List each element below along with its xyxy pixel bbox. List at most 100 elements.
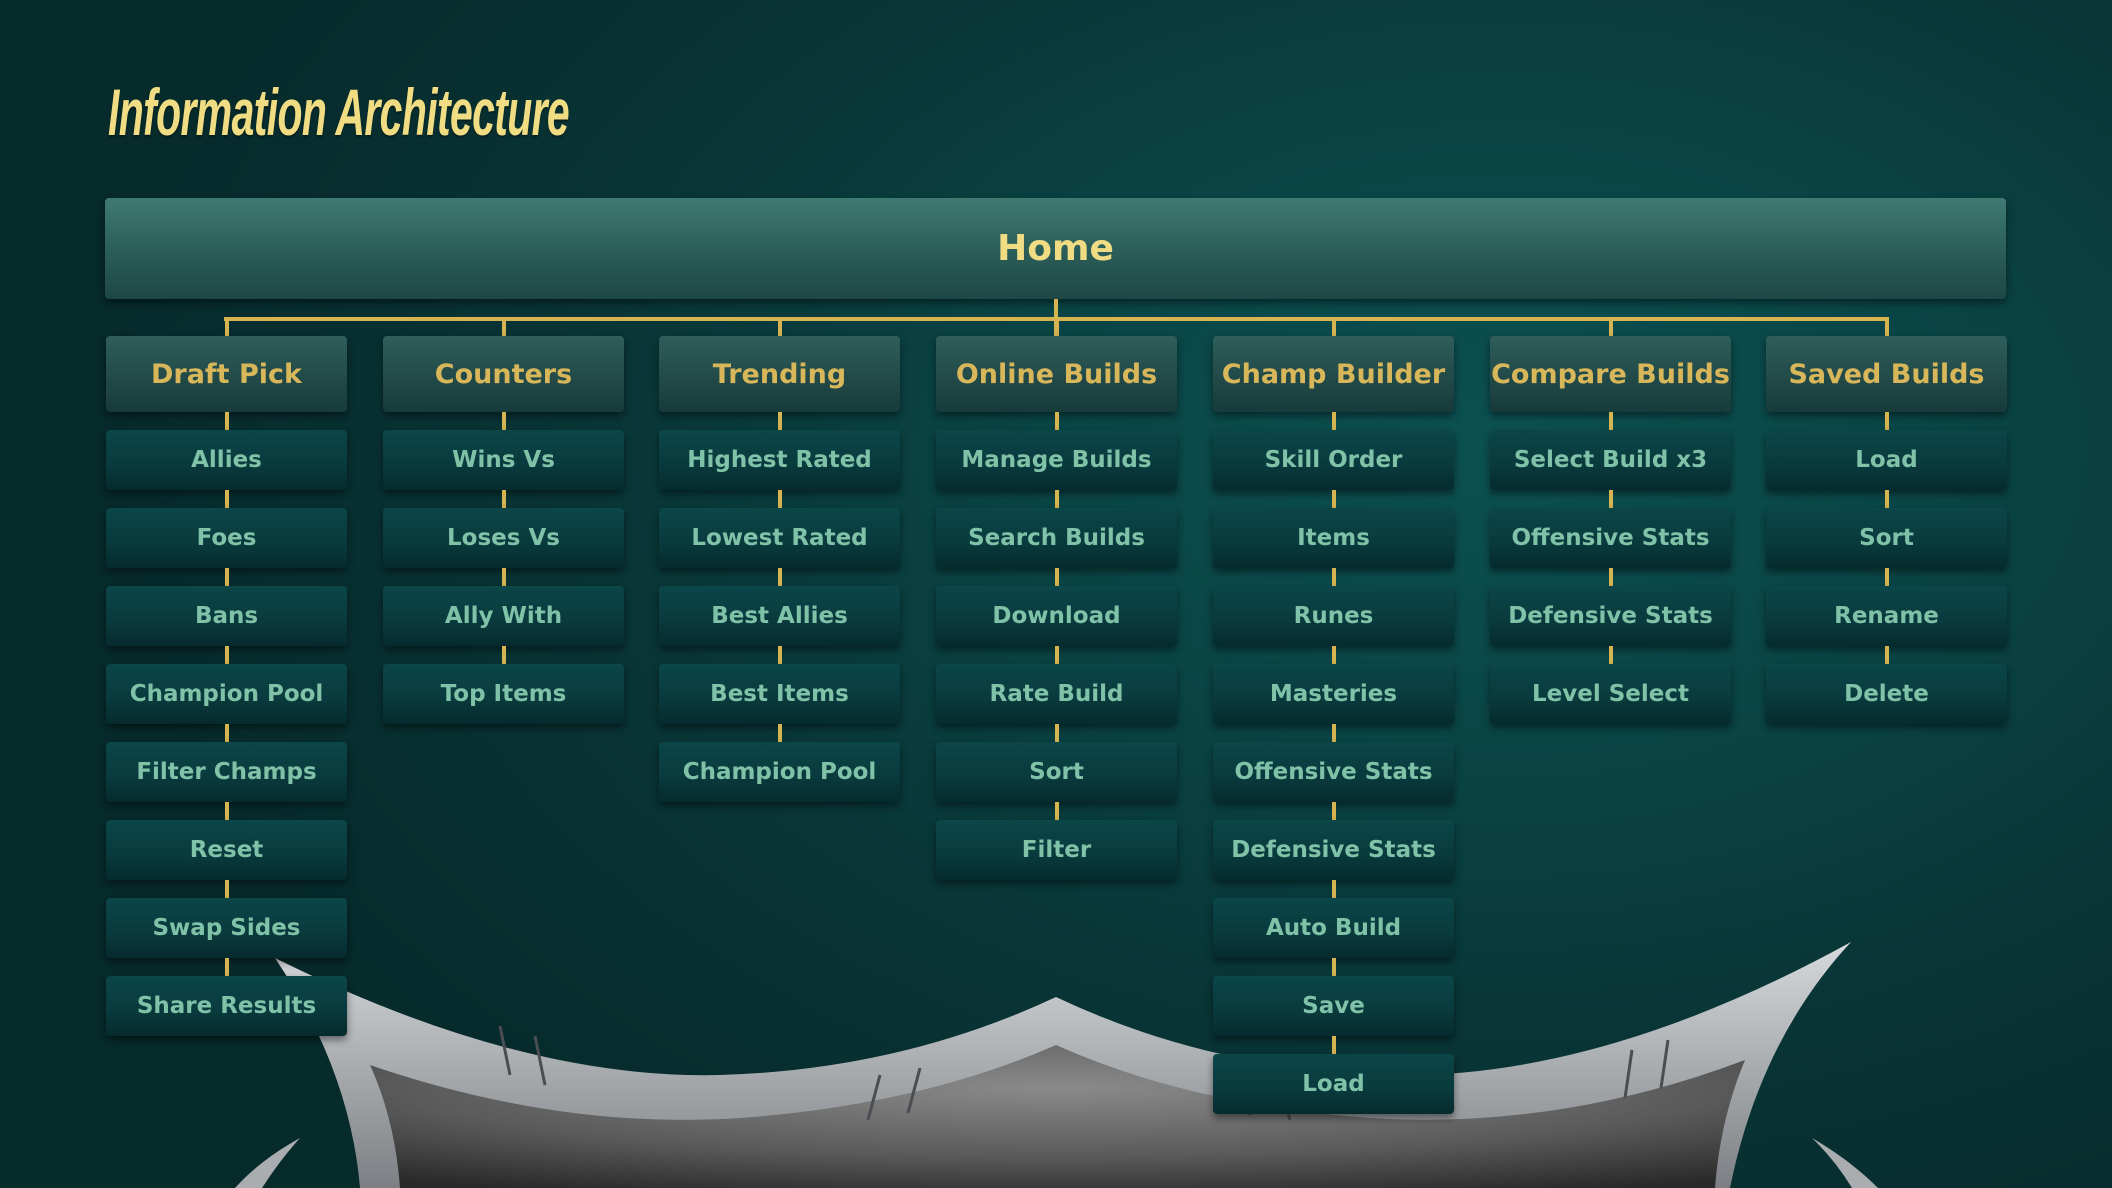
node-label: Bans [194,603,259,629]
node-online-builds-manage-builds[interactable]: Manage Builds [936,430,1177,490]
node-trending-lowest-rated[interactable]: Lowest Rated [659,508,900,568]
child-connector [778,724,782,742]
node-label: Lowest Rated [691,525,868,551]
node-draft-pick-allies[interactable]: Allies [106,430,347,490]
connector-compare-builds [1609,317,1613,336]
child-connector [1332,802,1336,820]
child-connector [502,412,506,430]
node-label: Defensive Stats [1231,837,1436,863]
connector-counters [502,317,506,336]
child-connector [225,646,229,664]
node-draft-pick-share-results[interactable]: Share Results [106,976,347,1036]
child-connector [225,490,229,508]
node-label: Highest Rated [687,447,872,473]
node-champ-builder-offensive-stats[interactable]: Offensive Stats [1213,742,1454,802]
node-draft-pick-bans[interactable]: Bans [106,586,347,646]
node-label: Reset [189,837,264,863]
child-connector [225,412,229,430]
left-claw-decoration [235,1138,300,1188]
node-label: Masteries [1269,681,1398,707]
node-counters-ally-with[interactable]: Ally With [383,586,624,646]
child-connector [1055,724,1059,742]
category-draft-pick[interactable]: Draft Pick [106,336,347,412]
node-counters-top-items[interactable]: Top Items [383,664,624,724]
node-label: Level Select [1531,681,1689,707]
child-connector [225,802,229,820]
node-compare-builds-select-build-x3[interactable]: Select Build x3 [1490,430,1731,490]
node-compare-builds-offensive-stats[interactable]: Offensive Stats [1490,508,1731,568]
node-label: Load [1302,1071,1365,1097]
node-trending-best-items[interactable]: Best Items [659,664,900,724]
node-label: Load [1855,447,1918,473]
child-connector [1332,1036,1336,1054]
category-compare-builds[interactable]: Compare Builds [1490,336,1731,412]
node-label: Swap Sides [152,915,301,941]
node-label: Skill Order [1264,447,1403,473]
category-label: Counters [434,358,573,390]
category-online-builds[interactable]: Online Builds [936,336,1177,412]
node-draft-pick-champion-pool[interactable]: Champion Pool [106,664,347,724]
node-counters-loses-vs[interactable]: Loses Vs [383,508,624,568]
node-online-builds-filter[interactable]: Filter [936,820,1177,880]
connector-saved-builds [1885,317,1889,336]
node-home[interactable]: Home [105,198,2006,299]
node-champ-builder-masteries[interactable]: Masteries [1213,664,1454,724]
child-connector [1885,412,1889,430]
child-connector [1609,412,1613,430]
node-label: Sort [1859,525,1914,551]
node-champ-builder-skill-order[interactable]: Skill Order [1213,430,1454,490]
node-label: Sort [1029,759,1084,785]
node-online-builds-sort[interactable]: Sort [936,742,1177,802]
node-compare-builds-defensive-stats[interactable]: Defensive Stats [1490,586,1731,646]
node-label: Top Items [440,681,567,707]
node-trending-best-allies[interactable]: Best Allies [659,586,900,646]
node-draft-pick-reset[interactable]: Reset [106,820,347,880]
node-label: Foes [196,525,257,551]
node-champ-builder-runes[interactable]: Runes [1213,586,1454,646]
child-connector [778,412,782,430]
node-draft-pick-swap-sides[interactable]: Swap Sides [106,898,347,958]
node-label: Ally With [444,603,563,629]
category-trending[interactable]: Trending [659,336,900,412]
shield-frame [275,942,1851,1188]
node-champ-builder-auto-build[interactable]: Auto Build [1213,898,1454,958]
node-label: Loses Vs [447,525,560,551]
node-label: Filter Champs [136,759,317,785]
category-label: Draft Pick [150,358,302,390]
node-counters-wins-vs[interactable]: Wins Vs [383,430,624,490]
category-champ-builder[interactable]: Champ Builder [1213,336,1454,412]
node-online-builds-rate-build[interactable]: Rate Build [936,664,1177,724]
child-connector [1332,724,1336,742]
child-connector [1332,958,1336,976]
node-saved-builds-rename[interactable]: Rename [1766,586,2007,646]
node-online-builds-search-builds[interactable]: Search Builds [936,508,1177,568]
node-saved-builds-sort[interactable]: Sort [1766,508,2007,568]
node-saved-builds-load[interactable]: Load [1766,430,2007,490]
node-draft-pick-foes[interactable]: Foes [106,508,347,568]
node-label: Items [1297,525,1370,551]
node-home-label: Home [997,228,1114,269]
child-connector [1332,490,1336,508]
node-trending-champion-pool[interactable]: Champion Pool [659,742,900,802]
node-champ-builder-defensive-stats[interactable]: Defensive Stats [1213,820,1454,880]
child-connector [1885,490,1889,508]
child-connector [1609,490,1613,508]
node-draft-pick-filter-champs[interactable]: Filter Champs [106,742,347,802]
node-label: Best Items [710,681,849,707]
node-label: Select Build x3 [1513,447,1708,473]
node-saved-builds-delete[interactable]: Delete [1766,664,2007,724]
category-label: Compare Builds [1491,358,1730,390]
child-connector [1332,880,1336,898]
node-online-builds-download[interactable]: Download [936,586,1177,646]
child-connector [502,646,506,664]
node-label: Share Results [136,993,317,1019]
category-counters[interactable]: Counters [383,336,624,412]
node-label: Download [992,603,1121,629]
node-champ-builder-items[interactable]: Items [1213,508,1454,568]
node-trending-highest-rated[interactable]: Highest Rated [659,430,900,490]
category-saved-builds[interactable]: Saved Builds [1766,336,2007,412]
node-compare-builds-level-select[interactable]: Level Select [1490,664,1731,724]
node-label: Search Builds [968,525,1145,551]
node-champ-builder-load[interactable]: Load [1213,1054,1454,1114]
node-champ-builder-save[interactable]: Save [1213,976,1454,1036]
